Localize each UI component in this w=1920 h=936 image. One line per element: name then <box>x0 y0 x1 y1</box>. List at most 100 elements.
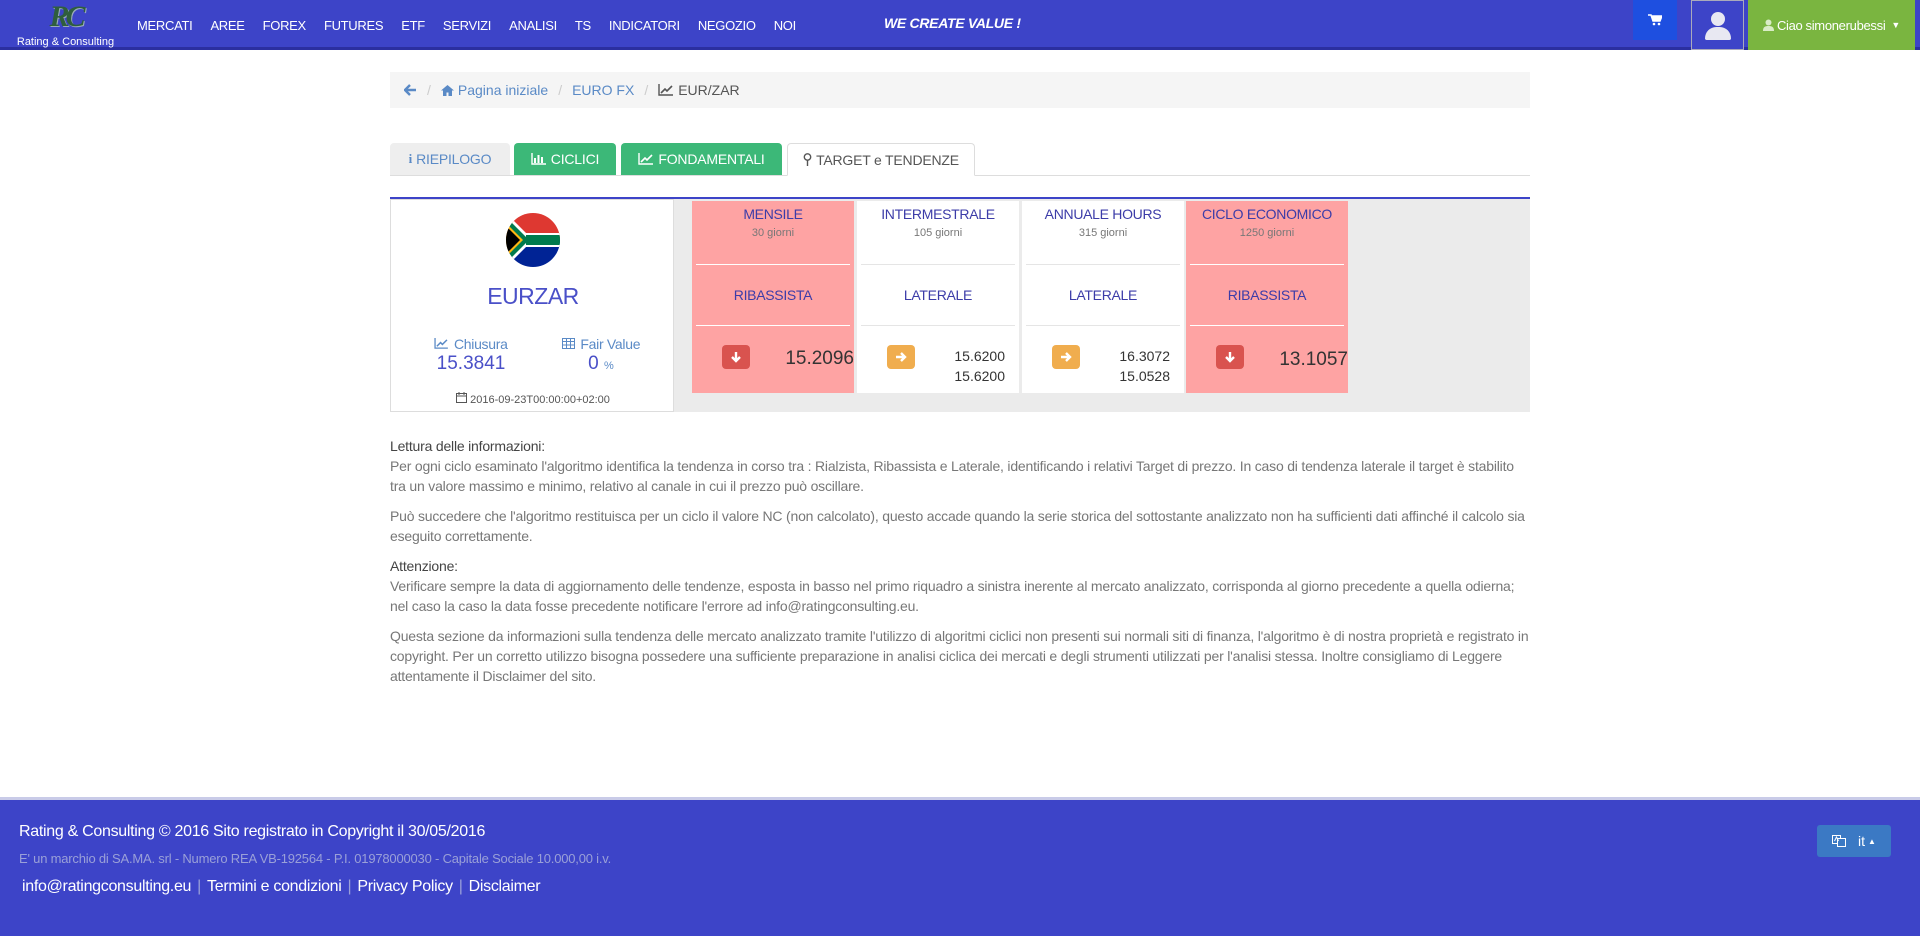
close-value: 15.3841 <box>436 353 506 374</box>
tab-label: FONDAMENTALI <box>658 151 765 167</box>
footer-links: info@ratingconsulting.eu | Termini e condi… <box>22 878 541 895</box>
tab-label: RIEPILOGO <box>416 151 492 167</box>
bar-chart-icon <box>531 153 546 165</box>
cycle-trend: RIBASSISTA <box>1227 287 1307 303</box>
brand-name: Rating & Consulting <box>16 36 115 48</box>
cycle-trend: LATERALE <box>1068 287 1138 303</box>
info-paragraph: Per ogni ciclo esaminato l'algoritmo ide… <box>390 458 1514 494</box>
cycle-title: ANNUALE HOURS <box>1044 206 1162 222</box>
user-name: simonerubessi <box>1805 17 1886 33</box>
line-chart-icon <box>658 84 674 96</box>
breadcrumb-section[interactable]: EURO FX <box>572 82 634 98</box>
line-chart-icon <box>434 338 449 349</box>
cycle-title: CICLO ECONOMICO <box>1201 206 1333 222</box>
back-arrow-icon[interactable] <box>404 84 417 96</box>
language-selector[interactable]: it ▲ <box>1817 825 1891 857</box>
footer-disclaimer-link[interactable]: Disclaimer <box>469 878 541 895</box>
ticker-name: EURZAR <box>487 283 579 309</box>
tab-label: TARGET e TENDENZE <box>816 151 959 168</box>
tagline: WE CREATE VALUE ! <box>884 15 1021 31</box>
nav-item-mercati[interactable]: MERCATI <box>128 18 201 33</box>
cycle-target: 13.1057 <box>1279 349 1348 370</box>
footer-privacy-link[interactable]: Privacy Policy <box>357 878 453 895</box>
main-menu: MERCATI AREE FOREX FUTURES ETF SERVIZI A… <box>128 0 805 50</box>
arrow-right-icon <box>1052 345 1080 369</box>
nav-item-ts[interactable]: TS <box>566 18 600 33</box>
arrow-right-icon <box>887 345 915 369</box>
arrow-down-icon <box>722 345 750 369</box>
fair-value: 0 <box>588 353 599 374</box>
info-section: Lettura delle informazioni: Per ogni cic… <box>390 436 1530 696</box>
line-chart-icon <box>638 153 654 165</box>
nav-item-forex[interactable]: FOREX <box>254 18 315 33</box>
update-date: 2016-09-23T00:00:00+02:00 <box>391 392 675 406</box>
cycle-card-mensile: MENSILE 30 giorni RIBASSISTA 15.2096 <box>692 201 854 393</box>
fair-value-block: Fair Value 0 % <box>546 336 656 375</box>
warning-heading: Attenzione: <box>390 558 458 574</box>
tab-ciclici[interactable]: CICLICI <box>514 143 616 175</box>
cycle-target-min: 15.6200 <box>954 368 1005 384</box>
user-avatar-button[interactable] <box>1691 0 1744 50</box>
logo-mark: RC <box>49 0 85 33</box>
nav-item-futures[interactable]: FUTURES <box>315 18 392 33</box>
breadcrumb: / Pagina iniziale / EURO FX / EUR/ZAR <box>390 72 1530 108</box>
info-paragraph: Questa sezione da informazioni sulla ten… <box>390 628 1529 684</box>
arrow-down-icon <box>1216 345 1244 369</box>
top-navbar: RC Rating & Consulting MERCATI AREE FORE… <box>0 0 1920 50</box>
nav-item-noi[interactable]: NOI <box>765 18 805 33</box>
fair-value-label: Fair Value <box>580 336 641 352</box>
close-label: Chiusura <box>453 336 508 352</box>
cycle-title: MENSILE <box>743 206 803 222</box>
home-icon <box>440 84 454 96</box>
tab-riepilogo[interactable]: i RIEPILOGO <box>390 143 510 175</box>
avatar <box>1703 10 1733 40</box>
cart-button[interactable] <box>1633 0 1677 40</box>
breadcrumb-current: EUR/ZAR <box>678 82 740 98</box>
caret-down-icon: ▼ <box>1891 20 1901 30</box>
update-date-text: 2016-09-23T00:00:00+02:00 <box>470 394 610 406</box>
footer-email-link[interactable]: info@ratingconsulting.eu <box>22 878 191 895</box>
nav-item-analisi[interactable]: ANALISI <box>500 18 566 33</box>
cycle-target-max: 15.6200 <box>954 348 1005 364</box>
nav-item-servizi[interactable]: SERVIZI <box>434 18 500 33</box>
user-menu-dropdown[interactable]: Ciao simonerubessi ▼ <box>1748 0 1915 50</box>
nav-item-etf[interactable]: ETF <box>392 18 434 33</box>
cycle-card-ciclo-economico: CICLO ECONOMICO 1250 giorni RIBASSISTA 1… <box>1186 201 1348 393</box>
cycle-trend: LATERALE <box>903 287 973 303</box>
brand-logo[interactable]: RC Rating & Consulting <box>8 0 123 50</box>
cycle-duration: 1250 giorni <box>1239 227 1295 239</box>
footer: Rating & Consulting © 2016 Sito registra… <box>0 797 1920 936</box>
breadcrumb-separator: / <box>558 82 563 98</box>
calendar-icon <box>456 392 468 403</box>
tab-target-tendenze[interactable]: TARGET e TENDENZE <box>787 143 975 176</box>
cycle-target: 15.2096 <box>785 348 854 369</box>
tab-label: CICLICI <box>550 151 600 167</box>
footer-terms-link[interactable]: Termini e condizioni <box>207 878 342 895</box>
breadcrumb-home[interactable]: Pagina iniziale <box>458 82 548 98</box>
caret-up-icon: ▲ <box>1868 836 1876 846</box>
language-code: it <box>1858 833 1866 849</box>
info-icon: i <box>408 151 413 166</box>
nav-item-indicatori[interactable]: INDICATORI <box>600 18 689 33</box>
info-paragraph: Può succedere che l'algoritmo restituisc… <box>390 508 1525 544</box>
cycle-target-min: 15.0528 <box>1119 368 1170 384</box>
tab-bar: i RIEPILOGO CICLICI FONDAMENTALI TARGET … <box>390 143 1530 176</box>
nav-item-negozio[interactable]: NEGOZIO <box>689 18 765 33</box>
map-pin-icon <box>803 153 812 166</box>
table-icon <box>561 338 575 349</box>
market-summary-card: EURZAR Chiusura 15.3841 Fair Value 0 % 2… <box>390 199 674 412</box>
south-africa-flag-icon <box>506 213 560 267</box>
fair-value-unit: % <box>604 360 614 372</box>
translate-icon <box>1832 835 1847 847</box>
breadcrumb-separator: / <box>644 82 649 98</box>
info-heading: Lettura delle informazioni: <box>390 438 545 454</box>
cart-icon <box>1648 14 1662 26</box>
tab-fondamentali[interactable]: FONDAMENTALI <box>621 143 782 175</box>
user-greeting: Ciao <box>1776 17 1803 33</box>
cycle-duration: 30 giorni <box>751 227 795 239</box>
footer-copyright: Rating & Consulting © 2016 Sito registra… <box>19 823 486 840</box>
nav-item-aree[interactable]: AREE <box>201 18 253 33</box>
cycle-target-max: 16.3072 <box>1119 348 1170 364</box>
cycle-duration: 315 giorni <box>1078 227 1128 239</box>
cycle-card-intermestrale: INTERMESTRALE 105 giorni LATERALE 15.620… <box>857 201 1019 393</box>
